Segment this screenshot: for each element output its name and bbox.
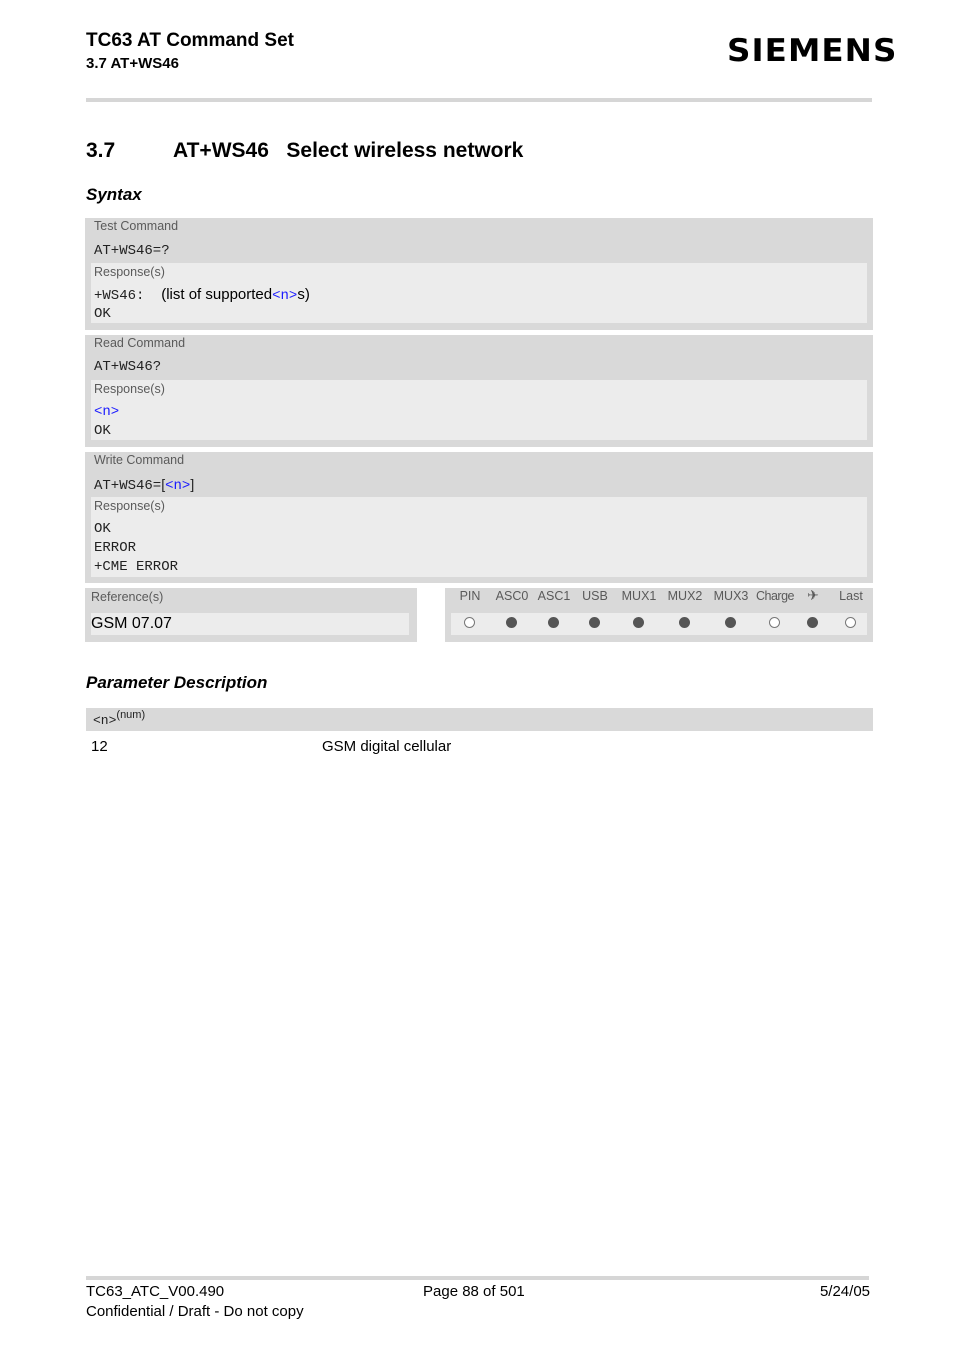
interface-mux2: MUX2 (662, 588, 708, 642)
response-ok: OK (94, 521, 111, 537)
command-prefix: AT+WS46= (94, 478, 162, 494)
interface-label: Last (839, 589, 863, 603)
interface-asc0: ASC0 (489, 588, 535, 642)
footer-date: 5/24/05 (819, 1283, 870, 1300)
parameter-type: (num) (116, 709, 146, 721)
param-link-n[interactable]: <n> (165, 478, 190, 494)
interface-label: MUX2 (667, 589, 703, 603)
interface-usb: USB (572, 588, 618, 642)
response-area: Response(s) OK ERROR +CME ERROR (91, 497, 867, 577)
support-indicator (506, 617, 517, 628)
footer-confidential: Confidential / Draft - Do not copy (86, 1303, 304, 1320)
response-ok: OK (94, 306, 111, 322)
interface-label: ASC1 (537, 589, 571, 603)
support-indicator (769, 617, 780, 628)
interface-mux3: MUX3 (708, 588, 754, 642)
command-type-label: Write Command (94, 453, 185, 467)
response-error: ERROR (94, 540, 137, 556)
response-label: Response(s) (94, 265, 165, 279)
response-ok: OK (94, 423, 111, 439)
response-label: Response(s) (94, 499, 165, 513)
response-suffix: s) (297, 286, 310, 303)
support-indicator (679, 617, 690, 628)
response-area: Response(s) +WS46: (list of supported<n>… (91, 263, 867, 323)
support-indicator (589, 617, 600, 628)
bracket-close: ] (190, 476, 195, 492)
test-command-block: Test Command AT+WS46=? Response(s) +WS46… (85, 218, 873, 330)
param-link-n[interactable]: <n> (94, 404, 119, 420)
support-indicator (725, 617, 736, 628)
footer-divider (86, 1276, 869, 1280)
interface-mux1: MUX1 (616, 588, 662, 642)
parameter-heading: Parameter Description (86, 673, 268, 692)
interface-label: ASC0 (495, 589, 529, 603)
support-indicator (807, 617, 818, 628)
interface-label: MUX3 (713, 589, 749, 603)
command-type-label: Read Command (94, 336, 186, 350)
footer-page-number: Page 88 of 501 (423, 1283, 525, 1300)
command-syntax: AT+WS46? (94, 359, 162, 375)
header-divider (86, 98, 872, 102)
document-subtitle: 3.7 AT+WS46 (86, 55, 179, 72)
response-label: Response(s) (94, 382, 165, 396)
interface-support-table: PIN ASC0 ASC1 USB MUX1 MUX2 MUX3 Charge … (445, 587, 874, 642)
interface-label: MUX1 (621, 589, 657, 603)
command-type-label: Test Command (94, 219, 179, 233)
document-title: TC63 AT Command Set (86, 30, 294, 51)
parameter-header: <n>(num) (86, 708, 873, 731)
param-link-n[interactable]: <n> (272, 288, 297, 304)
response-cme-error: +CME ERROR (94, 559, 179, 575)
parameter-value: 12 (91, 738, 108, 755)
interface-last: Last (828, 588, 874, 642)
parameter-value-description: GSM digital cellular (322, 738, 452, 755)
parameter-name: <n>(num) (93, 709, 145, 728)
support-indicator (633, 617, 644, 628)
support-indicator (845, 617, 856, 628)
command-syntax: AT+WS46=? (94, 243, 170, 259)
interface-label: PIN (459, 589, 481, 603)
reference-label: Reference(s) (91, 590, 164, 604)
section-number: 3.7 (86, 139, 116, 162)
section-heading: 3.7 AT+WS46 Select wireless network (86, 139, 523, 163)
response-prefix: +WS46: (94, 288, 153, 304)
interface-pin: PIN (447, 588, 493, 642)
support-indicator (548, 617, 559, 628)
response-line: +WS46: (list of supported<n>s) (94, 286, 310, 304)
command-syntax: AT+WS46=[<n>] (94, 476, 194, 494)
reference-text: GSM 07.07 (91, 615, 172, 632)
reference-value: GSM 07.07 (91, 613, 409, 635)
interface-asc1: ASC1 (531, 588, 577, 642)
response-text: (list of supported (161, 286, 273, 303)
read-command-block: Read Command AT+WS46? Response(s) <n> OK (85, 335, 873, 447)
footer-doc-id: TC63_ATC_V00.490 (86, 1283, 225, 1300)
support-indicator (464, 617, 475, 628)
section-title: AT+WS46 Select wireless network (173, 139, 524, 162)
reference-block: Reference(s) GSM 07.07 (85, 588, 417, 642)
response-area: Response(s) <n> OK (91, 380, 867, 440)
write-command-block: Write Command AT+WS46=[<n>] Response(s) … (85, 452, 873, 583)
syntax-heading: Syntax (86, 185, 142, 204)
parameter-name-text: <n> (93, 713, 117, 728)
siemens-logo: SIEMENS (727, 33, 898, 69)
interface-label: USB (582, 589, 608, 603)
